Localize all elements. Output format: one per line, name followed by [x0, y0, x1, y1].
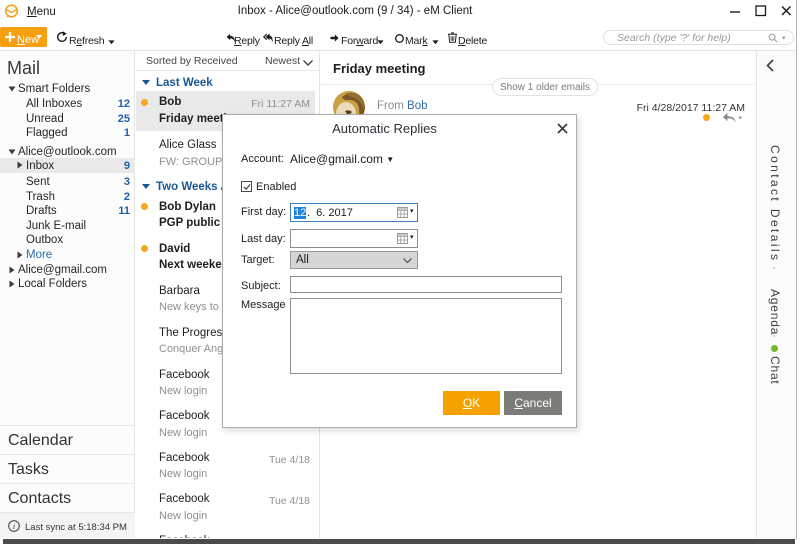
svg-text:i: i: [13, 521, 16, 531]
